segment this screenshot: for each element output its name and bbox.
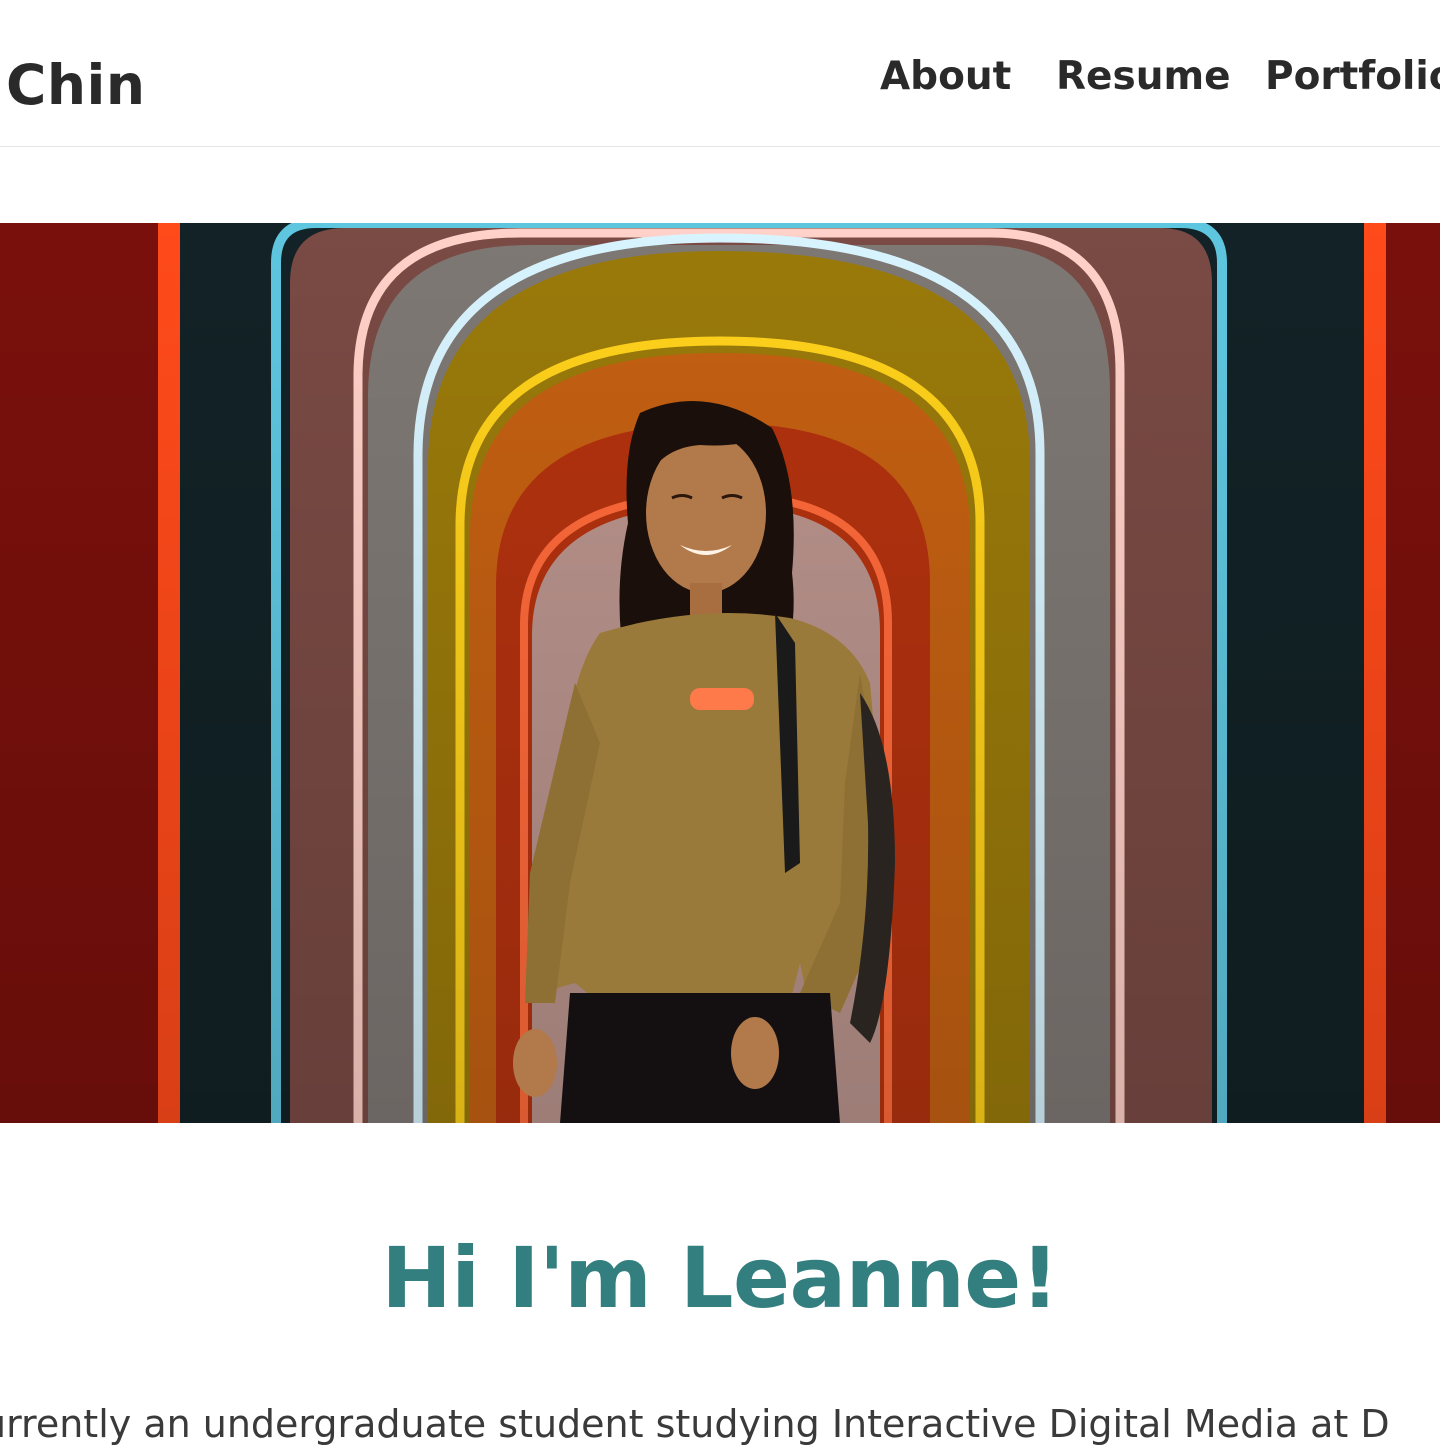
nav-about-link[interactable]: About xyxy=(880,52,1011,102)
greeting-heading: Hi I'm Leanne! xyxy=(381,1229,1059,1327)
hero-image xyxy=(0,223,1440,1123)
site-header: Chin About Resume Portfolio xyxy=(0,0,1440,147)
nav-portfolio-link[interactable]: Portfolio xyxy=(1265,52,1440,102)
hero-photo-illustration xyxy=(0,223,1440,1123)
intro-paragraph: urrently an undergraduate student studyi… xyxy=(0,1402,1390,1446)
nav-resume-link[interactable]: Resume xyxy=(1056,52,1231,102)
site-title[interactable]: Chin xyxy=(6,52,146,118)
